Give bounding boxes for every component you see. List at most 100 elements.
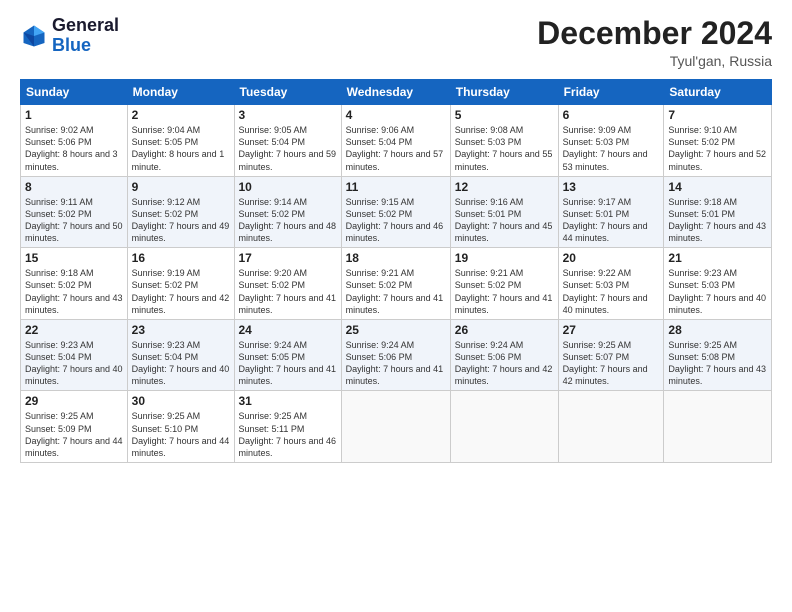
- calendar-cell: 26 Sunrise: 9:24 AMSunset: 5:06 PMDaylig…: [450, 319, 558, 391]
- day-number: 20: [563, 251, 660, 265]
- month-title: December 2024: [537, 16, 772, 51]
- day-info: Sunrise: 9:10 AMSunset: 5:02 PMDaylight:…: [668, 124, 767, 173]
- calendar-header-monday: Monday: [127, 80, 234, 105]
- calendar-header-thursday: Thursday: [450, 80, 558, 105]
- day-number: 7: [668, 108, 767, 122]
- day-info: Sunrise: 9:12 AMSunset: 5:02 PMDaylight:…: [132, 196, 230, 245]
- calendar-cell: 15 Sunrise: 9:18 AMSunset: 5:02 PMDaylig…: [21, 248, 128, 320]
- calendar-cell: 21 Sunrise: 9:23 AMSunset: 5:03 PMDaylig…: [664, 248, 772, 320]
- day-info: Sunrise: 9:21 AMSunset: 5:02 PMDaylight:…: [346, 267, 446, 316]
- day-info: Sunrise: 9:15 AMSunset: 5:02 PMDaylight:…: [346, 196, 446, 245]
- calendar-cell: 31 Sunrise: 9:25 AMSunset: 5:11 PMDaylig…: [234, 391, 341, 463]
- day-info: Sunrise: 9:24 AMSunset: 5:05 PMDaylight:…: [239, 339, 337, 388]
- day-info: Sunrise: 9:24 AMSunset: 5:06 PMDaylight:…: [455, 339, 554, 388]
- day-number: 23: [132, 323, 230, 337]
- day-number: 24: [239, 323, 337, 337]
- calendar-header-saturday: Saturday: [664, 80, 772, 105]
- day-number: 18: [346, 251, 446, 265]
- day-info: Sunrise: 9:19 AMSunset: 5:02 PMDaylight:…: [132, 267, 230, 316]
- calendar-cell: [341, 391, 450, 463]
- day-info: Sunrise: 9:25 AMSunset: 5:11 PMDaylight:…: [239, 410, 337, 459]
- calendar-cell: 13 Sunrise: 9:17 AMSunset: 5:01 PMDaylig…: [558, 176, 664, 248]
- day-info: Sunrise: 9:06 AMSunset: 5:04 PMDaylight:…: [346, 124, 446, 173]
- logo-text-blue: Blue: [52, 36, 119, 56]
- day-number: 15: [25, 251, 123, 265]
- day-number: 25: [346, 323, 446, 337]
- day-number: 13: [563, 180, 660, 194]
- calendar-cell: [450, 391, 558, 463]
- day-info: Sunrise: 9:25 AMSunset: 5:07 PMDaylight:…: [563, 339, 660, 388]
- day-info: Sunrise: 9:22 AMSunset: 5:03 PMDaylight:…: [563, 267, 660, 316]
- day-info: Sunrise: 9:04 AMSunset: 5:05 PMDaylight:…: [132, 124, 230, 173]
- calendar-week-row: 15 Sunrise: 9:18 AMSunset: 5:02 PMDaylig…: [21, 248, 772, 320]
- calendar-cell: 14 Sunrise: 9:18 AMSunset: 5:01 PMDaylig…: [664, 176, 772, 248]
- day-number: 19: [455, 251, 554, 265]
- day-number: 27: [563, 323, 660, 337]
- logo-text-general: General: [52, 16, 119, 36]
- day-number: 3: [239, 108, 337, 122]
- calendar-table: SundayMondayTuesdayWednesdayThursdayFrid…: [20, 79, 772, 463]
- day-info: Sunrise: 9:02 AMSunset: 5:06 PMDaylight:…: [25, 124, 123, 173]
- calendar-cell: 24 Sunrise: 9:24 AMSunset: 5:05 PMDaylig…: [234, 319, 341, 391]
- calendar-cell: 3 Sunrise: 9:05 AMSunset: 5:04 PMDayligh…: [234, 105, 341, 177]
- day-number: 26: [455, 323, 554, 337]
- day-info: Sunrise: 9:09 AMSunset: 5:03 PMDaylight:…: [563, 124, 660, 173]
- day-info: Sunrise: 9:05 AMSunset: 5:04 PMDaylight:…: [239, 124, 337, 173]
- calendar-cell: [664, 391, 772, 463]
- calendar-cell: 6 Sunrise: 9:09 AMSunset: 5:03 PMDayligh…: [558, 105, 664, 177]
- day-number: 22: [25, 323, 123, 337]
- calendar-cell: 11 Sunrise: 9:15 AMSunset: 5:02 PMDaylig…: [341, 176, 450, 248]
- calendar-cell: 22 Sunrise: 9:23 AMSunset: 5:04 PMDaylig…: [21, 319, 128, 391]
- calendar-cell: 8 Sunrise: 9:11 AMSunset: 5:02 PMDayligh…: [21, 176, 128, 248]
- day-number: 5: [455, 108, 554, 122]
- day-number: 16: [132, 251, 230, 265]
- day-number: 31: [239, 394, 337, 408]
- calendar-cell: [558, 391, 664, 463]
- day-info: Sunrise: 9:17 AMSunset: 5:01 PMDaylight:…: [563, 196, 660, 245]
- calendar-week-row: 22 Sunrise: 9:23 AMSunset: 5:04 PMDaylig…: [21, 319, 772, 391]
- day-number: 30: [132, 394, 230, 408]
- day-info: Sunrise: 9:18 AMSunset: 5:02 PMDaylight:…: [25, 267, 123, 316]
- day-info: Sunrise: 9:25 AMSunset: 5:10 PMDaylight:…: [132, 410, 230, 459]
- location: Tyul'gan, Russia: [537, 53, 772, 69]
- day-number: 9: [132, 180, 230, 194]
- calendar-cell: 4 Sunrise: 9:06 AMSunset: 5:04 PMDayligh…: [341, 105, 450, 177]
- calendar-cell: 9 Sunrise: 9:12 AMSunset: 5:02 PMDayligh…: [127, 176, 234, 248]
- day-number: 28: [668, 323, 767, 337]
- day-number: 10: [239, 180, 337, 194]
- calendar-header-friday: Friday: [558, 80, 664, 105]
- day-number: 17: [239, 251, 337, 265]
- day-number: 1: [25, 108, 123, 122]
- day-number: 29: [25, 394, 123, 408]
- calendar-cell: 20 Sunrise: 9:22 AMSunset: 5:03 PMDaylig…: [558, 248, 664, 320]
- day-info: Sunrise: 9:25 AMSunset: 5:08 PMDaylight:…: [668, 339, 767, 388]
- day-number: 14: [668, 180, 767, 194]
- calendar-cell: 7 Sunrise: 9:10 AMSunset: 5:02 PMDayligh…: [664, 105, 772, 177]
- day-number: 12: [455, 180, 554, 194]
- logo-icon: [20, 22, 48, 50]
- day-info: Sunrise: 9:20 AMSunset: 5:02 PMDaylight:…: [239, 267, 337, 316]
- calendar-cell: 10 Sunrise: 9:14 AMSunset: 5:02 PMDaylig…: [234, 176, 341, 248]
- header: General Blue December 2024 Tyul'gan, Rus…: [20, 16, 772, 69]
- calendar-cell: 25 Sunrise: 9:24 AMSunset: 5:06 PMDaylig…: [341, 319, 450, 391]
- calendar-cell: 29 Sunrise: 9:25 AMSunset: 5:09 PMDaylig…: [21, 391, 128, 463]
- day-number: 21: [668, 251, 767, 265]
- logo: General Blue: [20, 16, 119, 56]
- day-info: Sunrise: 9:23 AMSunset: 5:04 PMDaylight:…: [132, 339, 230, 388]
- day-number: 4: [346, 108, 446, 122]
- calendar-cell: 27 Sunrise: 9:25 AMSunset: 5:07 PMDaylig…: [558, 319, 664, 391]
- calendar-cell: 16 Sunrise: 9:19 AMSunset: 5:02 PMDaylig…: [127, 248, 234, 320]
- day-number: 6: [563, 108, 660, 122]
- day-info: Sunrise: 9:23 AMSunset: 5:03 PMDaylight:…: [668, 267, 767, 316]
- page: General Blue December 2024 Tyul'gan, Rus…: [0, 0, 792, 612]
- day-info: Sunrise: 9:24 AMSunset: 5:06 PMDaylight:…: [346, 339, 446, 388]
- calendar-header-sunday: Sunday: [21, 80, 128, 105]
- day-number: 2: [132, 108, 230, 122]
- day-info: Sunrise: 9:21 AMSunset: 5:02 PMDaylight:…: [455, 267, 554, 316]
- calendar-week-row: 8 Sunrise: 9:11 AMSunset: 5:02 PMDayligh…: [21, 176, 772, 248]
- day-number: 8: [25, 180, 123, 194]
- day-number: 11: [346, 180, 446, 194]
- calendar-cell: 18 Sunrise: 9:21 AMSunset: 5:02 PMDaylig…: [341, 248, 450, 320]
- calendar-header-tuesday: Tuesday: [234, 80, 341, 105]
- calendar-cell: 28 Sunrise: 9:25 AMSunset: 5:08 PMDaylig…: [664, 319, 772, 391]
